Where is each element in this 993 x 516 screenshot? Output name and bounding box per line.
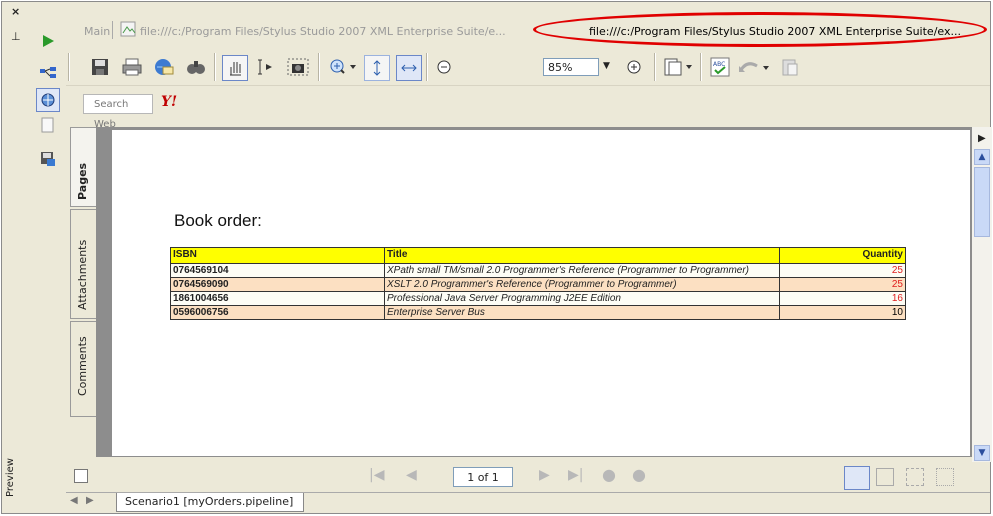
- viewer-toolbar: 85% ▼ ABC: [66, 47, 990, 86]
- scroll-down-button[interactable]: ▼: [974, 445, 990, 461]
- browser-icon[interactable]: [36, 88, 60, 112]
- fit-width-icon[interactable]: [396, 55, 422, 81]
- column-header-title: Title: [384, 247, 780, 264]
- facing-view-icon[interactable]: [906, 468, 924, 486]
- preview-label[interactable]: Preview: [5, 458, 16, 497]
- quantity-cell: 25: [779, 263, 906, 278]
- table-header-row: ISBN Title Quantity: [170, 247, 906, 264]
- quantity-cell: 25: [779, 277, 906, 292]
- table-row: 0596006756 Enterprise Server Bus 10: [170, 305, 906, 320]
- fit-height-icon[interactable]: [364, 55, 390, 81]
- document-heading: Book order:: [174, 211, 262, 230]
- isbn-cell: 0764569104: [170, 263, 385, 278]
- continuous-facing-icon[interactable]: [936, 468, 954, 486]
- quantity-cell: 16: [779, 291, 906, 306]
- pin-icon[interactable]: ⊥: [11, 30, 21, 43]
- next-page-icon[interactable]: ▶: [539, 467, 550, 483]
- continuous-view-icon[interactable]: [876, 468, 894, 486]
- page-navigation-bar: |◀ ◀ 1 of 1 ▶ ▶| ● ●: [66, 462, 990, 492]
- quantity-cell: 10: [779, 305, 906, 320]
- zoom-dropdown-icon[interactable]: ▼: [603, 61, 610, 71]
- zoom-in-tool-icon[interactable]: [328, 55, 358, 79]
- tab-attachments[interactable]: Attachments: [70, 209, 96, 319]
- title-cell: Professional Java Server Programming J2E…: [384, 291, 780, 306]
- paste-icon[interactable]: [778, 55, 802, 79]
- doc-tab-scenario[interactable]: Scenario1 [myOrders.pipeline]: [116, 493, 305, 512]
- close-icon[interactable]: ×: [11, 5, 20, 18]
- tab-pages[interactable]: Pages: [70, 127, 96, 207]
- table-row: 1861004656 Professional Java Server Prog…: [170, 291, 906, 306]
- tab-main[interactable]: Main: [84, 25, 110, 38]
- page-layout-icon[interactable]: [662, 55, 694, 79]
- search-web-input[interactable]: Search Web: [83, 94, 153, 130]
- column-header-isbn: ISBN: [170, 247, 385, 264]
- yahoo-icon[interactable]: Y!: [161, 94, 177, 110]
- scenario-toolbar: [30, 2, 66, 513]
- page-forward-icon[interactable]: ▶: [978, 133, 986, 144]
- title-cell: Enterprise Server Bus: [384, 305, 780, 320]
- tab-scroll-left-icon[interactable]: ◀: [70, 495, 78, 506]
- scroll-thumb[interactable]: [974, 167, 990, 237]
- first-page-icon[interactable]: |◀: [369, 467, 384, 483]
- tab-file-inactive[interactable]: file:///c:/Program Files/Stylus Studio 2…: [140, 25, 540, 38]
- search-toolbar: Search Web Y!: [66, 86, 990, 130]
- print-icon[interactable]: [120, 55, 144, 79]
- zoom-out-icon[interactable]: [432, 55, 456, 79]
- options-icon[interactable]: [74, 469, 88, 483]
- single-page-view-icon[interactable]: [844, 466, 870, 490]
- book-order-table: ISBN Title Quantity 0764569104 XPath sma…: [170, 247, 906, 320]
- title-cell: XSLT 2.0 Programmer's Reference (Program…: [384, 277, 780, 292]
- back-view-icon[interactable]: ●: [602, 465, 616, 484]
- tab-comments[interactable]: Comments: [70, 321, 96, 417]
- tab-scroll-right-icon[interactable]: ▶: [86, 495, 94, 506]
- tab-attachments-label: Attachments: [76, 239, 89, 310]
- tab-comments-label: Comments: [76, 336, 89, 396]
- save-icon[interactable]: [88, 55, 112, 79]
- snapshot-icon[interactable]: [286, 55, 310, 79]
- title-cell: XPath small TM/small 2.0 Programmer's Re…: [384, 263, 780, 278]
- navigation-tabs: Pages Attachments Comments: [70, 127, 96, 457]
- table-row: 0764569104 XPath small TM/small 2.0 Prog…: [170, 263, 906, 278]
- application-window: × ⊥ Preview Main file:///c:/Program File…: [1, 1, 992, 514]
- hand-tool-icon[interactable]: [222, 55, 248, 81]
- zoom-input[interactable]: 85%: [543, 58, 599, 76]
- tab-pages-label: Pages: [76, 162, 89, 200]
- page-number-input[interactable]: 1 of 1: [453, 467, 513, 487]
- scroll-up-button[interactable]: ▲: [974, 149, 990, 165]
- isbn-cell: 0764569090: [170, 277, 385, 292]
- forward-view-icon[interactable]: ●: [632, 465, 646, 484]
- spellcheck-icon[interactable]: ABC: [708, 55, 732, 79]
- vertical-scrollbar[interactable]: ▶ ▲ ▼: [972, 127, 992, 462]
- preview-strip: × ⊥ Preview: [2, 2, 31, 513]
- highlight-oval: [533, 12, 987, 47]
- column-header-quantity: Quantity: [779, 247, 906, 264]
- zoom-in-icon[interactable]: [622, 55, 646, 79]
- email-icon[interactable]: [152, 55, 176, 79]
- select-text-icon[interactable]: [254, 55, 278, 79]
- file-tab-icon: [120, 21, 136, 40]
- previous-page-icon[interactable]: ◀: [406, 467, 417, 483]
- document-icon[interactable]: [37, 114, 59, 136]
- svg-text:ABC: ABC: [713, 61, 725, 68]
- isbn-cell: 1861004656: [170, 291, 385, 306]
- undo-icon[interactable]: [736, 55, 772, 79]
- table-row: 0764569090 XSLT 2.0 Programmer's Referen…: [170, 277, 906, 292]
- document-tab-strip: ◀ ▶ Scenario1 [myOrders.pipeline]: [66, 492, 990, 513]
- tab-divider: [112, 21, 113, 39]
- isbn-cell: 0596006756: [170, 305, 385, 320]
- last-page-icon[interactable]: ▶|: [568, 467, 583, 483]
- save-scenario-icon[interactable]: [37, 148, 59, 170]
- run-icon[interactable]: [37, 30, 59, 52]
- pipeline-icon[interactable]: [37, 62, 59, 84]
- find-icon[interactable]: [184, 55, 208, 79]
